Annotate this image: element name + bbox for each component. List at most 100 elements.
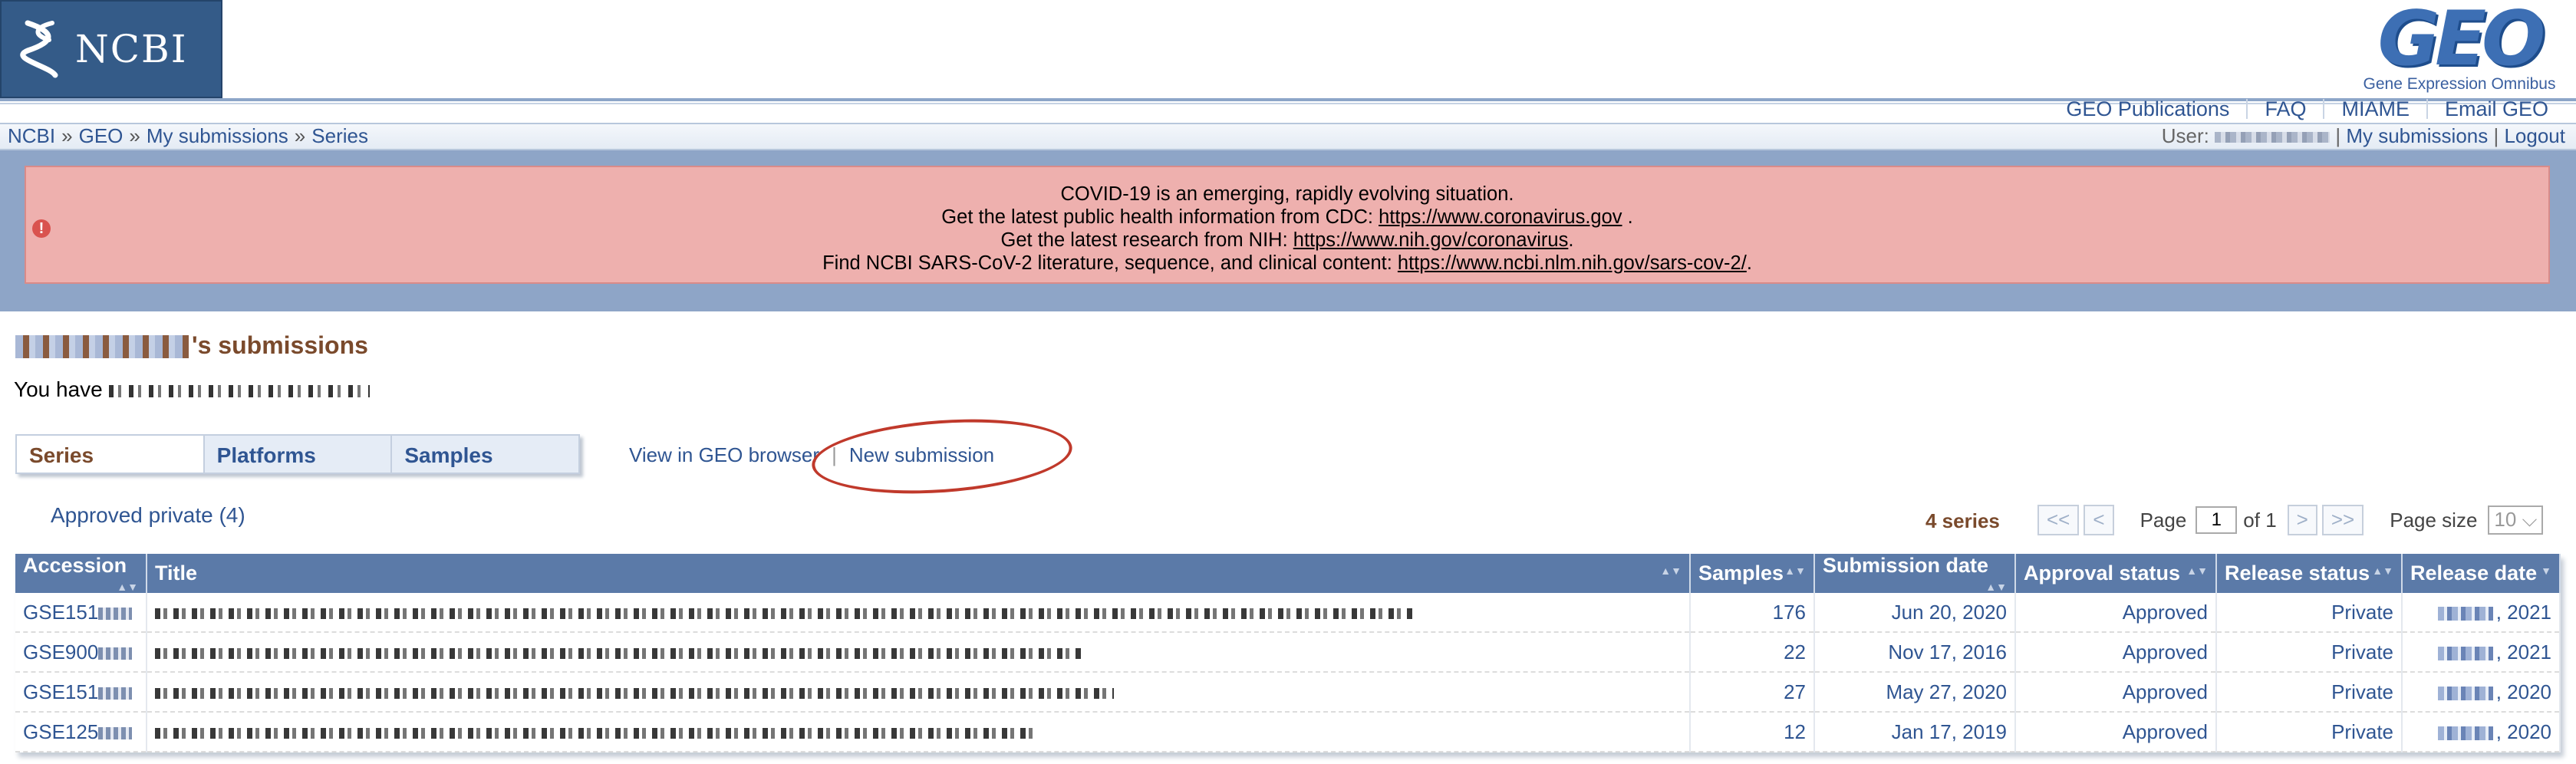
alert-line-4: Find NCBI SARS-CoV-2 literature, sequenc… bbox=[822, 252, 1752, 274]
table-row[interactable]: GSE900 22 Nov 17, 2016 Approved Private … bbox=[15, 632, 2561, 673]
sort-arrows-icon: ▲▼ bbox=[2372, 565, 2393, 577]
ncbi-sars-link[interactable]: https://www.ncbi.nlm.nih.gov/sars-cov-2/ bbox=[1398, 252, 1747, 274]
alert-line-1: COVID-19 is an emerging, rapidly evolvin… bbox=[1060, 183, 1514, 205]
breadcrumb-ncbi[interactable]: NCBI bbox=[8, 124, 55, 147]
sort-arrows-icon: ▲▼ bbox=[1985, 581, 2007, 593]
title-redacted bbox=[155, 687, 1114, 699]
sort-arrows-icon: ▲▼ bbox=[1660, 565, 1682, 577]
column-header-release-date[interactable]: Release date ▼ bbox=[2402, 554, 2561, 593]
release-status-cell: Private bbox=[2216, 672, 2403, 713]
breadcrumb: NCBI» GEO» My submissions» Series bbox=[8, 124, 368, 147]
submitter-name-redacted bbox=[15, 335, 189, 358]
samples-cell: 176 bbox=[1690, 593, 1815, 633]
approval-status-cell: Approved bbox=[2015, 712, 2217, 752]
column-header-accession[interactable]: Accession ▲▼ bbox=[15, 554, 147, 593]
column-header-title[interactable]: Title ▲▼ bbox=[147, 554, 1691, 593]
column-header-samples[interactable]: Samples ▲▼ bbox=[1690, 554, 1815, 593]
prev-page-button[interactable]: < bbox=[2084, 505, 2114, 535]
samples-cell: 12 bbox=[1690, 712, 1815, 752]
title-cell bbox=[147, 672, 1691, 713]
view-in-geo-browser-link[interactable]: View in GEO browser bbox=[629, 443, 819, 466]
last-page-button[interactable]: >> bbox=[2321, 505, 2364, 535]
accession-cell[interactable]: GSE151 bbox=[15, 593, 147, 633]
release-date-cell: , 2020 bbox=[2402, 672, 2561, 713]
user-bar: User: | My submissions | Logout bbox=[2161, 124, 2565, 147]
title-cell bbox=[147, 632, 1691, 673]
page-size-label: Page size bbox=[2390, 508, 2478, 532]
submission-summary: You have bbox=[14, 377, 370, 402]
sort-arrows-icon: ▼ bbox=[2541, 565, 2551, 577]
top-nav: GEO Publications FAQ MIAME Email GEO bbox=[2049, 95, 2565, 123]
nav-email-geo[interactable]: Email GEO bbox=[2428, 97, 2565, 121]
alert-circle-icon: ! bbox=[32, 219, 51, 238]
next-page-button[interactable]: > bbox=[2287, 505, 2317, 535]
page-of-label: of 1 bbox=[2243, 508, 2277, 532]
title-cell bbox=[147, 712, 1691, 752]
sort-arrows-icon: ▲▼ bbox=[2186, 565, 2208, 577]
release-status-cell: Private bbox=[2216, 712, 2403, 752]
breadcrumb-geo[interactable]: GEO bbox=[79, 124, 124, 147]
annotation-highlight-oval bbox=[809, 411, 1075, 502]
submission-date-cell: Jun 20, 2020 bbox=[1814, 593, 2016, 633]
page-title: 's submissions bbox=[15, 331, 368, 360]
table-row[interactable]: GSE151 27 May 27, 2020 Approved Private … bbox=[15, 672, 2561, 713]
submission-date-cell: Nov 17, 2016 bbox=[1814, 632, 2016, 673]
release-status-cell: Private bbox=[2216, 632, 2403, 673]
accession-cell[interactable]: GSE900 bbox=[15, 632, 147, 673]
sort-arrows-icon: ▲▼ bbox=[1784, 565, 1806, 577]
submission-date-cell: Jan 17, 2019 bbox=[1814, 712, 2016, 752]
release-date-cell: , 2021 bbox=[2402, 632, 2561, 673]
approved-private-filter[interactable]: Approved private (4) bbox=[51, 503, 245, 528]
series-count: 4 series bbox=[1925, 509, 2000, 532]
table-row[interactable]: GSE125 12 Jan 17, 2019 Approved Private … bbox=[15, 712, 2561, 752]
nav-miame[interactable]: MIAME bbox=[2324, 97, 2426, 121]
alert-line-2: Get the latest public health information… bbox=[941, 206, 1633, 228]
dna-helix-icon bbox=[20, 20, 58, 78]
title-redacted bbox=[155, 727, 1037, 739]
sort-arrows-icon: ▲▼ bbox=[117, 581, 138, 593]
pager: << < Page of 1 > >> Page size 10 ⌵ bbox=[2037, 505, 2544, 535]
release-status-cell: Private bbox=[2216, 593, 2403, 633]
breadcrumb-my-submissions[interactable]: My submissions bbox=[147, 124, 288, 147]
logout-link[interactable]: Logout bbox=[2504, 124, 2565, 147]
column-header-release-status[interactable]: Release status ▲▼ bbox=[2216, 554, 2403, 593]
tab-series[interactable]: Series bbox=[17, 436, 205, 473]
approval-status-cell: Approved bbox=[2015, 672, 2217, 713]
accession-cell[interactable]: GSE125 bbox=[15, 712, 147, 752]
page-number-input[interactable] bbox=[2196, 506, 2238, 534]
title-redacted bbox=[155, 608, 1413, 619]
column-header-submission-date[interactable]: Submission date ▲▼ bbox=[1814, 554, 2016, 593]
column-header-approval-status[interactable]: Approval status ▲▼ bbox=[2015, 554, 2217, 593]
geo-logo-mark: GEO bbox=[2377, 0, 2546, 83]
tab-platforms[interactable]: Platforms bbox=[205, 436, 393, 473]
title-redacted bbox=[155, 647, 1083, 659]
accession-cell[interactable]: GSE151 bbox=[15, 672, 147, 713]
nav-geo-publications[interactable]: GEO Publications bbox=[2049, 97, 2246, 121]
summary-redacted bbox=[108, 384, 370, 397]
title-cell bbox=[147, 593, 1691, 633]
username-redacted bbox=[2215, 132, 2331, 143]
ncbi-logo-text: NCBI bbox=[75, 27, 188, 71]
nih-link[interactable]: https://www.nih.gov/coronavirus bbox=[1293, 229, 1569, 251]
cdc-link[interactable]: https://www.coronavirus.gov bbox=[1379, 206, 1622, 228]
table-row[interactable]: GSE151 176 Jun 20, 2020 Approved Private… bbox=[15, 593, 2561, 633]
submission-tabs: Series Platforms Samples bbox=[15, 434, 580, 474]
page-label: Page bbox=[2140, 508, 2187, 532]
release-date-cell: , 2021 bbox=[2402, 593, 2561, 633]
submission-date-cell: May 27, 2020 bbox=[1814, 672, 2016, 713]
covid-alert-banner: COVID-19 is an emerging, rapidly evolvin… bbox=[25, 166, 2550, 284]
breadcrumb-series[interactable]: Series bbox=[311, 124, 368, 147]
geo-logo[interactable]: GEO Gene Expression Omnibus bbox=[2360, 2, 2559, 97]
nav-faq[interactable]: FAQ bbox=[2248, 97, 2323, 121]
tab-samples[interactable]: Samples bbox=[392, 436, 578, 473]
ncbi-logo[interactable]: NCBI bbox=[0, 0, 222, 98]
user-label: User: bbox=[2161, 124, 2209, 147]
series-table: Accession ▲▼ Title ▲▼ Samples ▲▼ Submission… bbox=[15, 554, 2561, 752]
approval-status-cell: Approved bbox=[2015, 593, 2217, 633]
alert-line-3: Get the latest research from NIH: https:… bbox=[1000, 229, 1574, 251]
my-submissions-link[interactable]: My submissions bbox=[2346, 124, 2488, 147]
first-page-button[interactable]: << bbox=[2037, 505, 2080, 535]
approval-status-cell: Approved bbox=[2015, 632, 2217, 673]
page-size-select[interactable]: 10 ⌵ bbox=[2488, 505, 2544, 535]
release-date-cell: , 2020 bbox=[2402, 712, 2561, 752]
